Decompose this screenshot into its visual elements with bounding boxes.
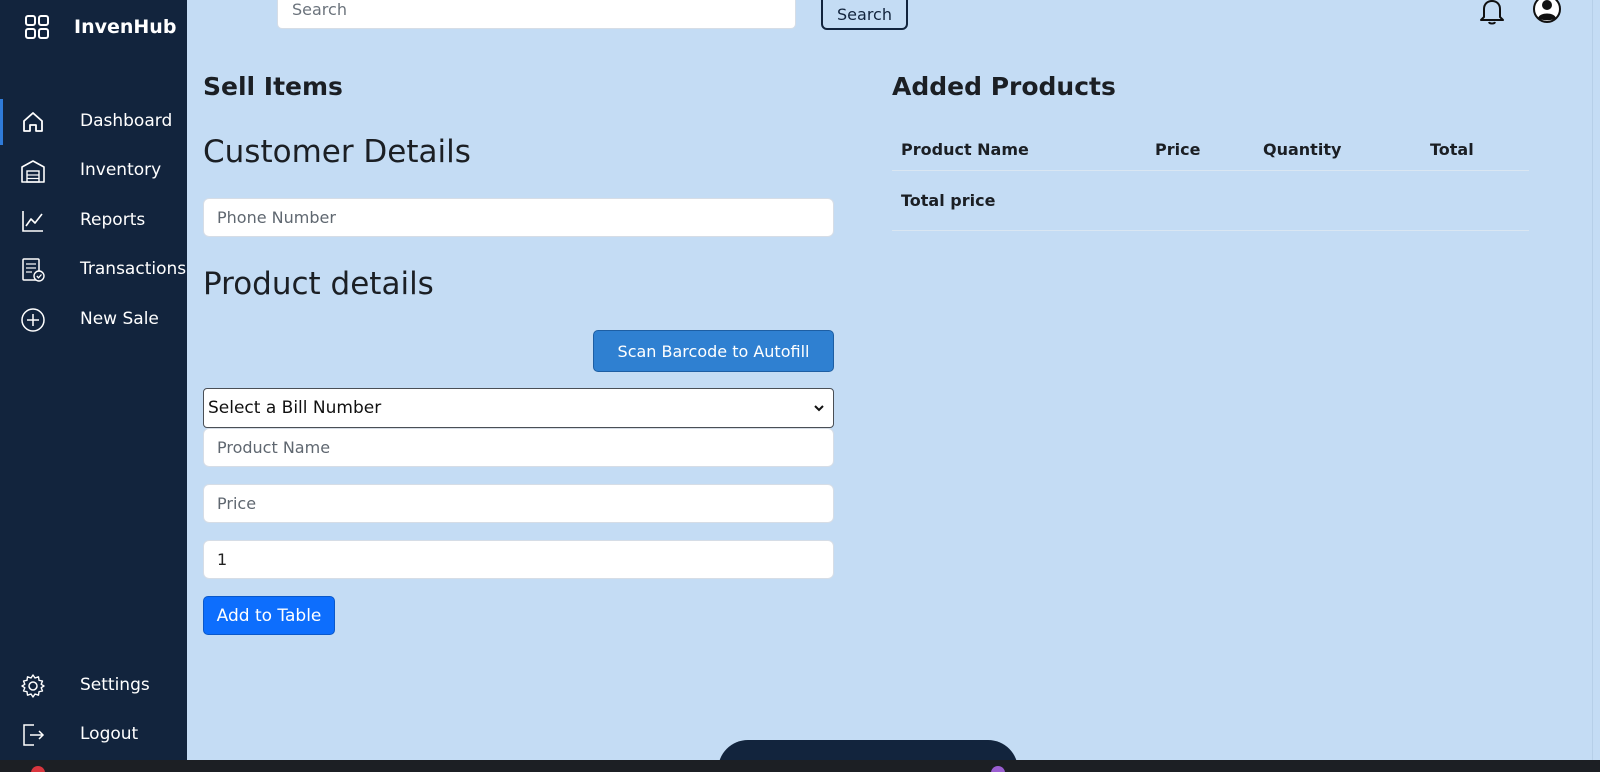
column-header-total: Total xyxy=(1430,140,1474,159)
home-icon xyxy=(23,112,43,132)
sidebar-item-transactions[interactable]: Transactions xyxy=(0,247,187,293)
sidebar-item-dashboard[interactable]: Dashboard xyxy=(0,99,187,145)
column-header-product-name: Product Name xyxy=(901,140,1029,159)
product-details-heading: Product details xyxy=(203,266,434,302)
scrollbar[interactable] xyxy=(1592,0,1600,760)
warehouse-icon xyxy=(21,160,45,183)
os-taskbar xyxy=(0,760,1600,772)
chart-line-icon xyxy=(22,211,43,232)
sidebar-item-label: Reports xyxy=(80,210,146,230)
sidebar-item-inventory[interactable]: Inventory xyxy=(0,148,187,194)
scan-barcode-button[interactable]: Scan Barcode to Autofill xyxy=(593,330,834,372)
chevron-down-icon xyxy=(814,405,824,412)
sidebar-item-reports[interactable]: Reports xyxy=(0,198,187,244)
column-header-quantity: Quantity xyxy=(1263,140,1342,159)
brand-name: InvenHub xyxy=(74,16,177,38)
sidebar-item-label: New Sale xyxy=(80,309,159,329)
receipt-icon xyxy=(22,258,45,282)
sidebar-item-label: Settings xyxy=(80,675,150,695)
plus-circle-icon xyxy=(21,308,45,332)
column-header-price: Price xyxy=(1155,140,1201,159)
logout-icon xyxy=(23,724,45,746)
phone-number-input[interactable] xyxy=(203,198,834,237)
sidebar-item-label: Logout xyxy=(80,724,139,744)
table-header-row: Product Name Price Quantity Total xyxy=(892,128,1529,171)
sidebar-item-label: Dashboard xyxy=(80,111,173,131)
added-products-table: Product Name Price Quantity Total Total … xyxy=(892,128,1529,231)
added-products-heading: Added Products xyxy=(892,72,1116,101)
sidebar: InvenHub Dashboard Inventory Reports Tra… xyxy=(0,0,187,760)
sidebar-item-label: Transactions xyxy=(80,259,187,279)
bell-icon[interactable] xyxy=(1478,0,1506,26)
product-name-input[interactable] xyxy=(203,428,834,467)
quantity-input[interactable] xyxy=(203,540,834,579)
search-button[interactable]: Search xyxy=(821,0,908,30)
grid-icon xyxy=(25,15,49,39)
sidebar-item-logout[interactable]: Logout xyxy=(0,712,187,758)
bill-number-select-value: Select a Bill Number xyxy=(208,398,382,418)
sidebar-item-new-sale[interactable]: New Sale xyxy=(0,297,187,343)
total-price-row: Total price xyxy=(892,171,1529,231)
brand[interactable]: InvenHub xyxy=(24,14,176,40)
user-avatar-icon[interactable] xyxy=(1532,0,1562,24)
customer-details-heading: Customer Details xyxy=(203,134,471,170)
sidebar-item-label: Inventory xyxy=(80,160,162,180)
search-input[interactable] xyxy=(277,0,796,29)
bill-number-select[interactable]: Select a Bill Number xyxy=(203,388,834,428)
add-to-table-button[interactable]: Add to Table xyxy=(203,596,335,635)
price-input[interactable] xyxy=(203,484,834,523)
total-price-label: Total price xyxy=(901,191,996,210)
gear-icon xyxy=(21,674,45,698)
page-title: Sell Items xyxy=(203,72,343,101)
sidebar-item-settings[interactable]: Settings xyxy=(0,663,187,709)
